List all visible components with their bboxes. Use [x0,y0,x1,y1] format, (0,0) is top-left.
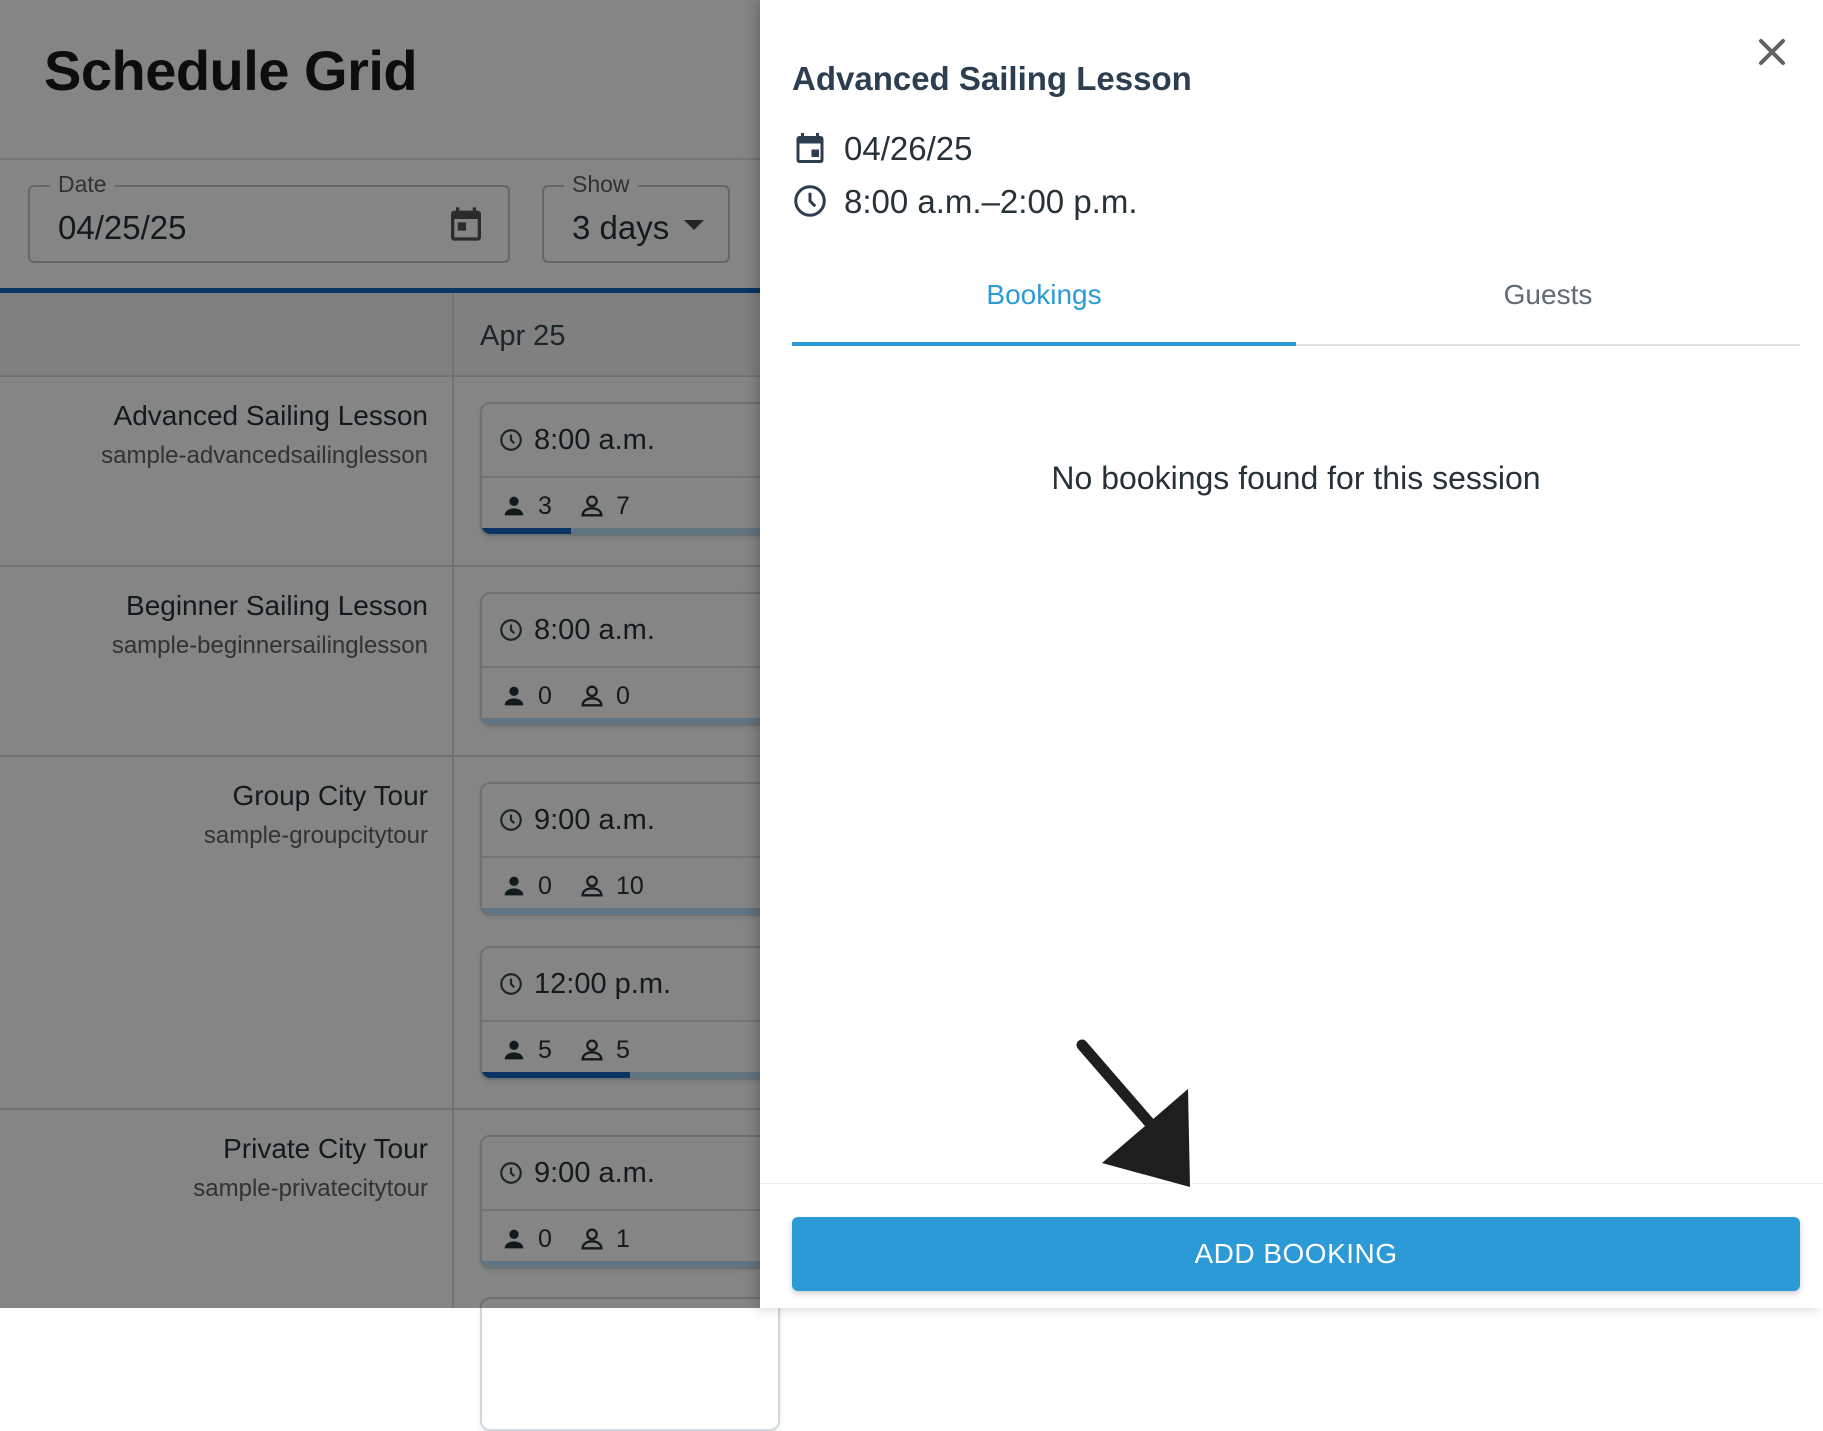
close-icon[interactable] [1750,30,1794,74]
arrow-annotation-icon [1076,1039,1190,1187]
calendar-icon [796,133,824,163]
drawer-title: Advanced Sailing Lesson [792,60,1192,97]
session-time-range: 8:00 a.m.–2:00 p.m. [844,183,1138,220]
clock-icon [794,185,826,217]
add-booking-button[interactable]: ADD BOOKING [792,1217,1800,1291]
drawer-tabs: Bookings Guests [792,260,1800,346]
modal-backdrop[interactable] [0,0,760,1308]
session-detail-drawer: Advanced Sailing Lesson 04/26/25 8:00 a.… [760,0,1823,1308]
active-tab-indicator [792,342,1296,346]
footer-divider [760,1183,1823,1184]
tab-bookings[interactable]: Bookings [792,260,1296,342]
session-card[interactable] [480,1297,780,1431]
empty-bookings-message: No bookings found for this session [1051,460,1541,496]
session-date: 04/26/25 [844,130,973,167]
tab-guests[interactable]: Guests [1296,260,1800,342]
